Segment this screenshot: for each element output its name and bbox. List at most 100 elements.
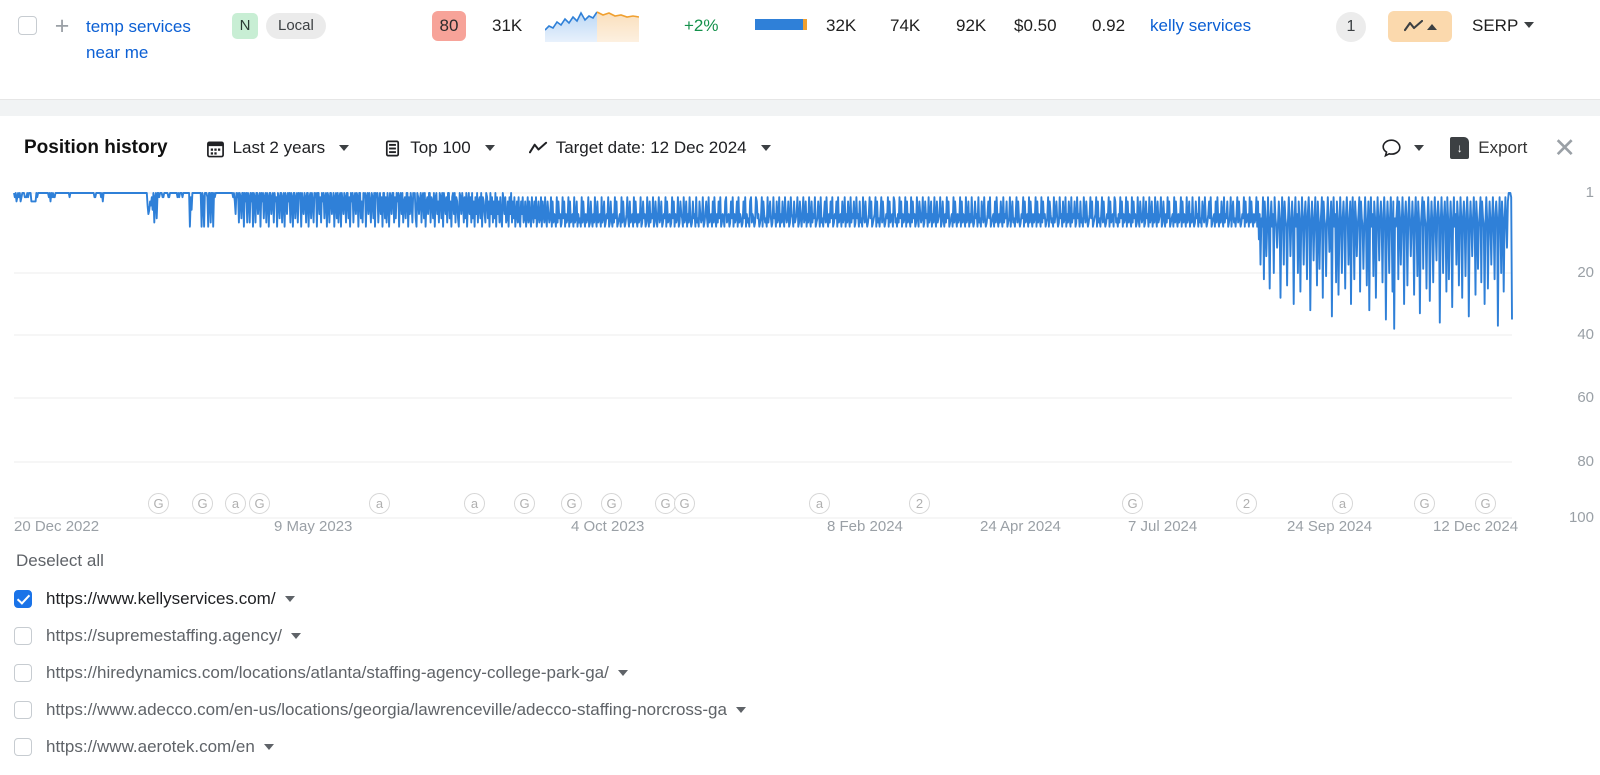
url-selector-list: Deselect all https://www.kellyservices.c… — [0, 535, 1600, 757]
url-list-item[interactable]: https://hiredynamics.com/locations/atlan… — [14, 663, 1600, 683]
url-text: https://www.kellyservices.com/ — [46, 589, 276, 608]
serp-button[interactable]: SERP — [1472, 16, 1535, 36]
x-axis-tick: 24 Sep 2024 — [1287, 518, 1373, 535]
volume-change: +2% — [684, 16, 719, 35]
x-axis-tick: 8 Feb 2024 — [827, 518, 903, 535]
position-history-button[interactable] — [1388, 11, 1452, 42]
event-marker-g[interactable]: G — [192, 493, 213, 514]
event-marker-g[interactable]: G — [601, 493, 622, 514]
event-marker-g[interactable]: G — [655, 493, 676, 514]
keyword-link[interactable]: temp services near me — [86, 14, 216, 66]
top-filter-selector[interactable]: Top 100 — [383, 138, 495, 158]
event-marker-a[interactable]: a — [369, 493, 390, 514]
url-list-item[interactable]: https://supremestaffing.agency/ — [14, 626, 1600, 646]
y-axis-tick: 80 — [1577, 453, 1594, 470]
chevron-down-icon — [484, 145, 495, 151]
chevron-up-icon — [1426, 23, 1437, 30]
close-icon[interactable]: ✕ — [1553, 134, 1576, 162]
url-checkbox[interactable] — [14, 627, 32, 645]
x-axis-tick: 9 May 2023 — [274, 518, 353, 535]
section-divider — [0, 100, 1600, 116]
plus-icon[interactable]: + — [50, 12, 74, 40]
event-marker-a[interactable]: a — [464, 493, 485, 514]
comments-button[interactable] — [1381, 138, 1425, 159]
chevron-down-icon — [1414, 145, 1425, 151]
cpc: $0.50 — [1014, 16, 1057, 35]
event-marker-2[interactable]: 2 — [1236, 493, 1257, 514]
target-date-label: Target date: 12 Dec 2024 — [555, 138, 747, 157]
row-checkbox[interactable] — [18, 16, 37, 35]
event-marker-g[interactable]: G — [1475, 493, 1496, 514]
url-text: https://www.adecco.com/en-us/locations/g… — [46, 700, 727, 719]
trend-line-icon — [528, 141, 547, 153]
y-axis-tick: 20 — [1577, 264, 1594, 281]
url-list-item[interactable]: https://www.kellyservices.com/ — [14, 589, 1600, 609]
volume-bar-icon — [755, 19, 807, 30]
x-axis-tick: 4 Oct 2023 — [571, 518, 645, 535]
chart-canvas — [13, 192, 1513, 519]
y-axis-tick: 60 — [1577, 389, 1594, 406]
position-history-toolbar: Position history Last 2 years Top 100 Ta… — [0, 116, 1600, 180]
event-marker-g[interactable]: G — [148, 493, 169, 514]
url-checkbox[interactable] — [14, 590, 32, 608]
download-icon: ↓ — [1450, 137, 1470, 159]
event-marker-a[interactable]: a — [1332, 493, 1353, 514]
event-marker-g[interactable]: G — [514, 493, 535, 514]
search-volume: 31K — [492, 16, 523, 35]
calendar-icon — [206, 140, 224, 157]
new-badge: N — [232, 13, 258, 39]
comment-icon — [1382, 138, 1401, 157]
global-volume: 32K — [826, 16, 857, 35]
event-marker-g[interactable]: G — [1122, 493, 1143, 514]
chevron-down-icon[interactable] — [290, 633, 301, 639]
url-text: https://supremestaffing.agency/ — [46, 626, 282, 645]
local-badge: Local — [266, 13, 326, 39]
y-axis-tick: 40 — [1577, 326, 1594, 343]
panel-title: Position history — [24, 137, 168, 158]
url-text: https://hiredynamics.com/locations/atlan… — [46, 663, 609, 682]
url-checkbox[interactable] — [14, 701, 32, 719]
url-list-item[interactable]: https://www.aerotek.com/en — [14, 737, 1600, 757]
current-position-badge: 1 — [1336, 12, 1366, 42]
chevron-down-icon — [760, 145, 771, 151]
x-axis-tick: 24 Apr 2024 — [980, 518, 1061, 535]
event-marker-g[interactable]: G — [561, 493, 582, 514]
chevron-down-icon[interactable] — [263, 744, 274, 750]
traffic-potential: 74K — [890, 16, 921, 35]
x-axis-tick: 20 Dec 2022 — [14, 518, 100, 535]
url-checkbox[interactable] — [14, 738, 32, 756]
chevron-down-icon[interactable] — [617, 670, 628, 676]
list-icon — [386, 140, 400, 156]
sparkline-icon — [545, 11, 639, 42]
chevron-down-icon[interactable] — [735, 707, 746, 713]
chevron-down-icon — [1524, 22, 1535, 28]
event-marker-g[interactable]: G — [674, 493, 695, 514]
event-marker-a[interactable]: a — [809, 493, 830, 514]
chevron-down-icon[interactable] — [284, 596, 295, 602]
target-date-selector[interactable]: Target date: 12 Dec 2024 — [528, 138, 771, 158]
url-text: https://www.aerotek.com/en — [46, 737, 255, 756]
event-marker-2[interactable]: 2 — [909, 493, 930, 514]
export-button[interactable]: ↓ Export — [1450, 137, 1527, 159]
x-axis-tick: 12 Dec 2024 — [1433, 518, 1519, 535]
event-marker-a[interactable]: a — [225, 493, 246, 514]
date-range-label: Last 2 years — [232, 138, 326, 157]
top-filter-label: Top 100 — [410, 138, 471, 157]
date-range-selector[interactable]: Last 2 years — [206, 138, 350, 158]
cps: 0.92 — [1092, 16, 1126, 35]
y-axis-tick: 100 — [1568, 509, 1594, 526]
keyword-difficulty-badge: 80 — [432, 11, 466, 41]
trend-line-icon — [1403, 20, 1423, 32]
position-history-chart: 1 20 40 60 80 100 20 Dec 2022 9 May 2023 4 Oct … — [0, 180, 1600, 535]
x-axis-tick: 7 Jul 2024 — [1128, 518, 1198, 535]
clicks: 92K — [956, 16, 987, 35]
parent-topic-link[interactable]: kelly services — [1150, 16, 1251, 36]
url-list-item[interactable]: https://www.adecco.com/en-us/locations/g… — [14, 700, 1600, 720]
chevron-down-icon — [339, 145, 350, 151]
event-marker-g[interactable]: G — [249, 493, 270, 514]
y-axis-tick: 1 — [1585, 184, 1594, 201]
keyword-row: + temp services near me N Local 80 31K +… — [0, 0, 1600, 100]
deselect-all-button[interactable]: Deselect all — [16, 551, 104, 571]
event-marker-g[interactable]: G — [1414, 493, 1435, 514]
url-checkbox[interactable] — [14, 664, 32, 682]
